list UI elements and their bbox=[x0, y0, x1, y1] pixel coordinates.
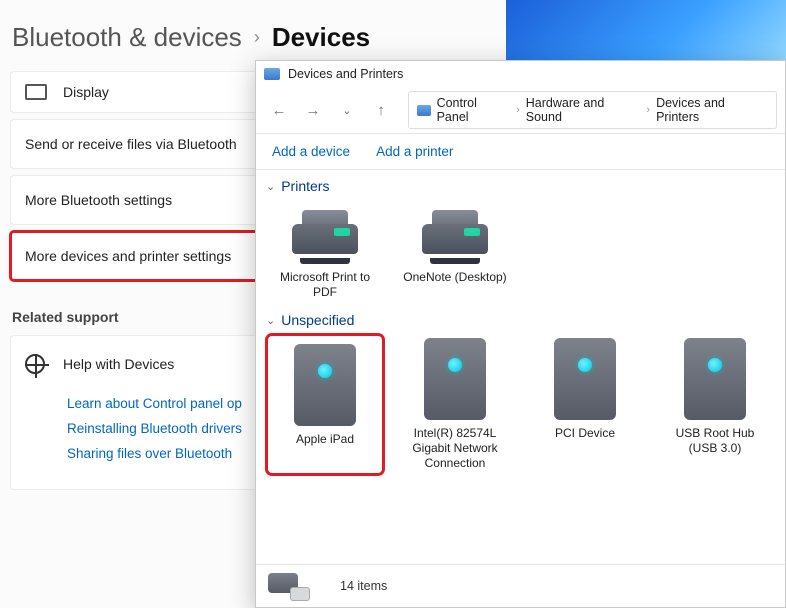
address-segment[interactable]: Devices and Printers bbox=[656, 96, 768, 124]
content-area: ⌄ Printers Microsoft Print to PDF OneNot… bbox=[256, 170, 785, 564]
device-icon bbox=[554, 338, 616, 420]
chevron-right-icon: › bbox=[254, 27, 260, 48]
settings-item-label: Send or receive files via Bluetooth bbox=[25, 136, 237, 152]
device-item-ms-print-pdf[interactable]: Microsoft Print to PDF bbox=[270, 204, 380, 300]
devices-and-printers-window: Devices and Printers ← → ⌄ ↑ Control Pan… bbox=[255, 60, 786, 608]
group-header-printers[interactable]: ⌄ Printers bbox=[266, 178, 781, 194]
chevron-down-icon: ⌄ bbox=[266, 180, 275, 193]
address-segment[interactable]: Control Panel bbox=[437, 96, 511, 124]
group-label: Printers bbox=[281, 178, 329, 194]
settings-item-label: More devices and printer settings bbox=[25, 248, 231, 264]
settings-item-label: Display bbox=[63, 84, 109, 100]
add-device-button[interactable]: Add a device bbox=[272, 144, 350, 159]
chevron-right-icon: › bbox=[516, 104, 520, 116]
breadcrumb-current: Devices bbox=[272, 22, 370, 53]
printer-icon bbox=[286, 204, 364, 264]
window-titlebar[interactable]: Devices and Printers bbox=[256, 61, 785, 87]
status-bar: 14 items bbox=[256, 564, 785, 607]
device-label: OneNote (Desktop) bbox=[403, 270, 506, 285]
desktop-wallpaper bbox=[506, 0, 786, 60]
help-label: Help with Devices bbox=[63, 356, 174, 372]
group-header-unspecified[interactable]: ⌄ Unspecified bbox=[266, 312, 781, 328]
group-label: Unspecified bbox=[281, 312, 354, 328]
status-icon bbox=[268, 571, 310, 601]
printer-icon bbox=[416, 204, 494, 264]
navigation-bar: ← → ⌄ ↑ Control Panel › Hardware and Sou… bbox=[256, 87, 785, 134]
up-button[interactable]: ↑ bbox=[366, 96, 396, 124]
chevron-right-icon: › bbox=[646, 104, 650, 116]
device-icon bbox=[294, 344, 356, 426]
address-segment[interactable]: Hardware and Sound bbox=[526, 96, 641, 124]
device-item-onenote[interactable]: OneNote (Desktop) bbox=[400, 204, 510, 300]
device-label: PCI Device bbox=[555, 426, 615, 441]
device-label: Intel(R) 82574L Gigabit Network Connecti… bbox=[400, 426, 510, 471]
address-bar[interactable]: Control Panel › Hardware and Sound › Dev… bbox=[408, 91, 777, 129]
device-item-intel-nic[interactable]: Intel(R) 82574L Gigabit Network Connecti… bbox=[400, 338, 510, 471]
recent-locations-button[interactable]: ⌄ bbox=[332, 96, 362, 124]
back-button[interactable]: ← bbox=[264, 96, 294, 124]
globe-icon bbox=[25, 354, 45, 374]
settings-item-label: More Bluetooth settings bbox=[25, 192, 172, 208]
printers-grid: Microsoft Print to PDF OneNote (Desktop) bbox=[266, 198, 781, 310]
devices-printers-icon bbox=[417, 105, 431, 116]
toolbar: Add a device Add a printer bbox=[256, 134, 785, 170]
device-icon bbox=[424, 338, 486, 420]
device-icon bbox=[684, 338, 746, 420]
window-title: Devices and Printers bbox=[288, 67, 403, 81]
device-item-apple-ipad[interactable]: Apple iPad bbox=[270, 338, 380, 471]
devices-printers-icon bbox=[264, 68, 280, 80]
unspecified-grid: Apple iPad Intel(R) 82574L Gigabit Netwo… bbox=[266, 332, 781, 481]
status-count: 14 items bbox=[340, 579, 387, 593]
device-label: Microsoft Print to PDF bbox=[270, 270, 380, 300]
device-item-usb-root-hub[interactable]: USB Root Hub (USB 3.0) bbox=[660, 338, 770, 471]
device-label: USB Root Hub (USB 3.0) bbox=[660, 426, 770, 456]
forward-button[interactable]: → bbox=[298, 96, 328, 124]
display-icon bbox=[25, 84, 47, 100]
device-item-pci[interactable]: PCI Device bbox=[530, 338, 640, 471]
chevron-down-icon: ⌄ bbox=[266, 314, 275, 327]
add-printer-button[interactable]: Add a printer bbox=[376, 144, 453, 159]
device-label: Apple iPad bbox=[296, 432, 354, 447]
breadcrumb-parent[interactable]: Bluetooth & devices bbox=[12, 22, 242, 53]
